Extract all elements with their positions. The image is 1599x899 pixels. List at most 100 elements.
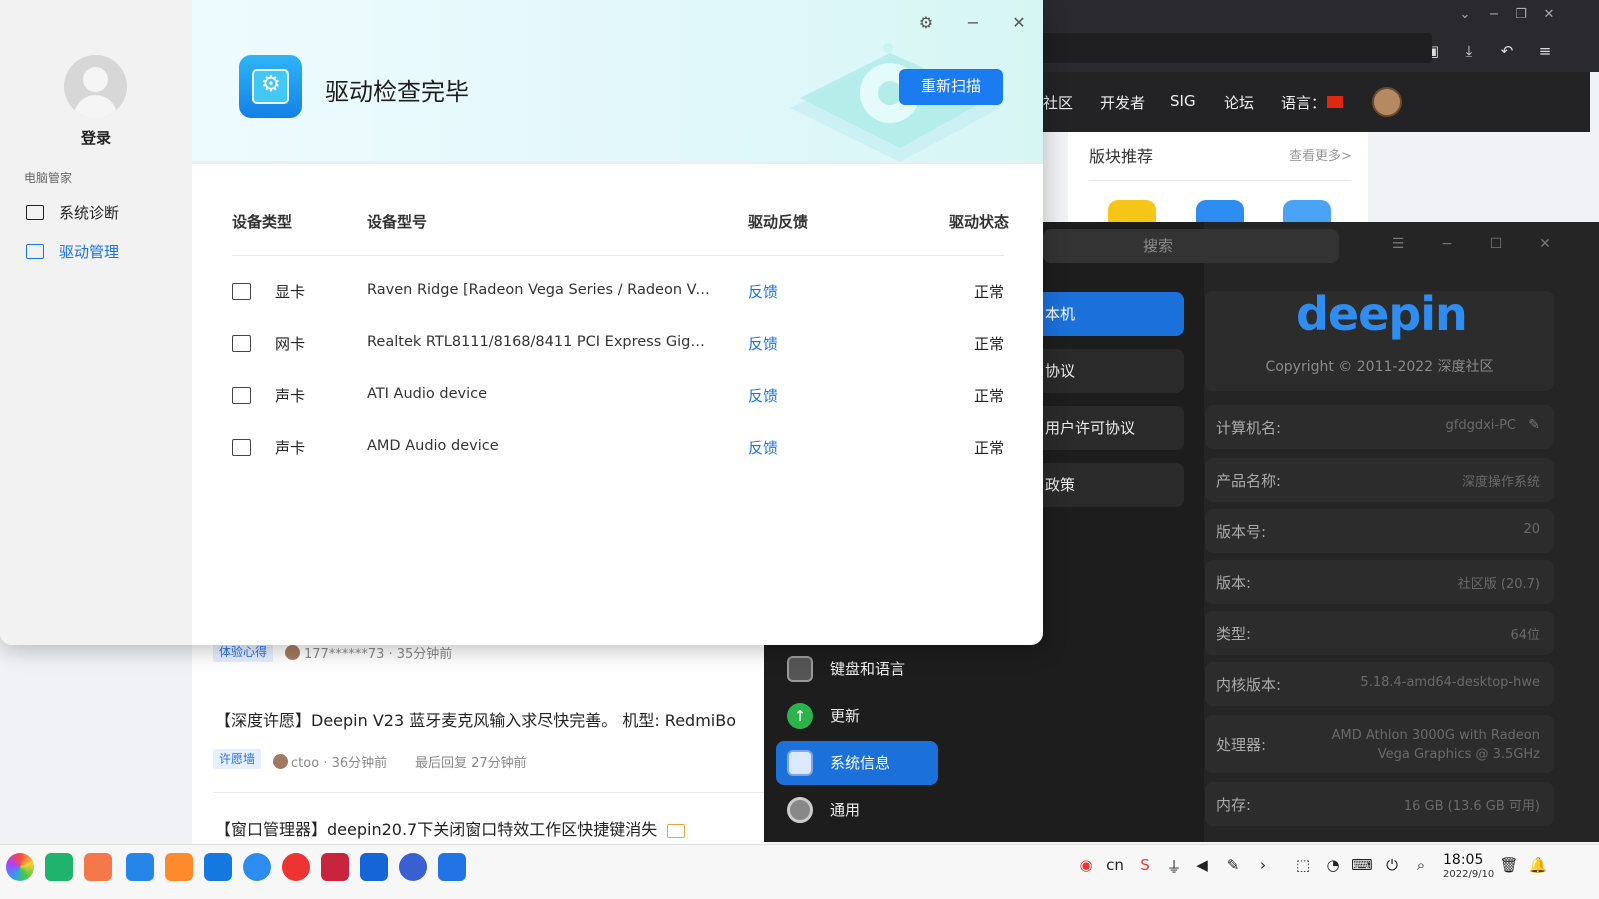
post-author[interactable]: 177******73 · 35分钟前 <box>304 643 452 662</box>
feedback-link[interactable]: 反馈 <box>748 333 778 354</box>
table-row: 网卡 Realtek RTL8111/8168/8411 PCI Express… <box>232 331 1004 357</box>
post-tag[interactable]: 许愿墙 <box>213 749 262 769</box>
divider <box>1089 180 1351 181</box>
system-monitor-icon[interactable]: ◔ <box>1322 856 1344 874</box>
control-center-icon[interactable] <box>399 853 427 881</box>
status-text: 正常 <box>973 335 1004 353</box>
nav-developer[interactable]: 开发者 <box>1100 92 1145 113</box>
close-icon[interactable]: ✕ <box>1535 236 1555 252</box>
sound-card-icon <box>232 439 251 456</box>
launcher-icon[interactable] <box>6 853 34 881</box>
keyboard-tray-icon[interactable]: ⌨ <box>1351 856 1373 874</box>
sidebar-section-title: 电脑管家 <box>24 171 73 185</box>
copyright-text: Copyright © 2011-2022 深度社区 <box>1265 359 1494 375</box>
address-bar[interactable] <box>1000 33 1432 63</box>
minimize-icon[interactable]: − <box>1437 236 1457 252</box>
close-icon[interactable]: ✕ <box>1008 12 1030 34</box>
sound-card-icon <box>232 387 251 404</box>
search-icon[interactable]: ⌕ <box>1410 856 1432 874</box>
update-icon: ↑ <box>787 703 813 729</box>
image-badge-icon <box>667 823 686 838</box>
screenshot-icon[interactable]: ⬚ <box>1292 856 1314 874</box>
menu-keyboard-language[interactable]: 键盘和语言 <box>776 647 938 691</box>
chevron-down-icon[interactable]: ⌄ <box>1456 6 1474 24</box>
post-title-link[interactable]: 【窗口管理器】deepin20.7下关闭窗口特效工作区快捷键消失 <box>215 816 686 840</box>
info-row-memory: 内存: 16 GB (13.6 GB 可用) <box>1205 782 1554 826</box>
close-icon[interactable]: ✕ <box>1540 6 1558 24</box>
driver-manage-icon <box>26 244 44 259</box>
writer-app-icon[interactable] <box>360 853 388 881</box>
power-icon[interactable]: ⏻ <box>1381 856 1403 874</box>
nav-eula[interactable]: 用户许可协议 <box>1043 406 1184 450</box>
sogou-ime-icon[interactable]: S <box>1134 856 1156 874</box>
trash-icon[interactable]: 🗑 <box>1498 856 1520 874</box>
china-flag-icon[interactable] <box>1327 96 1343 108</box>
post-title-link[interactable]: 【深度许愿】Deepin V23 蓝牙麦克风输入求尽快完善。 机型: Redmi… <box>215 707 736 731</box>
file-manager-icon[interactable] <box>126 853 154 881</box>
author-avatar <box>273 754 288 769</box>
menu-icon[interactable]: ≡ <box>1534 40 1556 62</box>
nav-forum[interactable]: 论坛 <box>1224 92 1254 113</box>
netease-music-icon[interactable] <box>282 853 310 881</box>
system-info-icon <box>787 750 813 776</box>
taskbar: ◉ cn S ⏚ ◀ ✎ › ⬚ ◔ ⌨ ⏻ ⌕ 18:05 2022/9/10… <box>0 844 1599 899</box>
search-input[interactable]: ⌕ 搜索 <box>1043 229 1339 263</box>
feedback-link[interactable]: 反馈 <box>748 281 778 302</box>
multitask-view-icon[interactable] <box>45 853 73 881</box>
nav-about-this-pc[interactable]: 本机 <box>1043 292 1184 336</box>
sidebar-item-system-diagnosis[interactable]: 系统诊断 <box>24 202 119 224</box>
driver-manager-app-icon: ⚙ <box>239 55 302 118</box>
minimize-icon[interactable]: − <box>1485 6 1503 24</box>
wps-writer-icon[interactable] <box>204 853 232 881</box>
usb-icon[interactable]: ⏚ <box>1163 856 1185 877</box>
info-row-product-name: 产品名称: 深度操作系统 <box>1205 458 1554 502</box>
nav-community[interactable]: 社区 <box>1043 92 1073 113</box>
rescan-button[interactable]: 重新扫描 <box>899 69 1003 105</box>
info-row-computer-name: 计算机名: gfdgdxi-PC ✎ <box>1205 405 1554 449</box>
login-button[interactable]: 登录 <box>0 127 192 148</box>
post-author[interactable]: ctoo · 36分钟前 <box>291 752 387 771</box>
sidebar-item-driver-manage[interactable]: 驱动管理 <box>24 241 119 263</box>
driver-manager-icon[interactable] <box>438 853 466 881</box>
computer-name-value: gfdgdxi-PC <box>1445 418 1517 433</box>
input-method-label[interactable]: cn <box>1104 856 1126 874</box>
terminal-icon[interactable] <box>321 853 349 881</box>
archive-manager-icon[interactable] <box>165 853 193 881</box>
menu-icon[interactable]: ☰ <box>1388 236 1408 252</box>
nav-privacy-policy[interactable]: 政策 <box>1043 463 1184 507</box>
maximize-icon[interactable]: ☐ <box>1486 236 1506 252</box>
feedback-link[interactable]: 反馈 <box>748 437 778 458</box>
divider <box>213 792 765 793</box>
user-avatar[interactable] <box>1372 87 1402 117</box>
notification-bell-icon[interactable]: 🔔 <box>1527 856 1549 874</box>
netease-music-tray-icon[interactable]: ◉ <box>1075 856 1097 874</box>
chevron-right-icon[interactable]: › <box>1252 856 1274 874</box>
menu-update[interactable]: ↑ 更新 <box>776 694 938 738</box>
clock-time[interactable]: 18:05 <box>1443 852 1483 868</box>
display-card-icon <box>232 283 251 300</box>
back-history-icon[interactable]: ↶ <box>1496 40 1518 62</box>
edit-pencil-icon[interactable]: ✎ <box>1528 417 1540 433</box>
minimize-icon[interactable]: − <box>962 12 984 34</box>
restore-icon[interactable]: ❐ <box>1512 6 1530 24</box>
pen-icon[interactable]: ✎ <box>1222 856 1244 874</box>
info-row-type: 类型: 64位 <box>1205 611 1554 655</box>
driver-manager-window: 登录 电脑管家 系统诊断 驱动管理 ⚙ − ✕ ⚙ 驱动检查完毕 重新扫描 设备… <box>0 0 1043 645</box>
settings-gear-icon[interactable]: ⚙ <box>915 12 937 34</box>
nav-agreement[interactable]: 协议 <box>1043 349 1184 393</box>
menu-general[interactable]: 通用 <box>776 788 938 832</box>
clock-date[interactable]: 2022/9/10 <box>1443 869 1494 880</box>
sidebar: 登录 电脑管家 系统诊断 驱动管理 <box>0 0 192 645</box>
recommend-more-link[interactable]: 查看更多> <box>1289 145 1352 164</box>
nav-sig[interactable]: SIG <box>1170 92 1196 110</box>
feedback-link[interactable]: 反馈 <box>748 385 778 406</box>
post-tag[interactable]: 体验心得 <box>213 642 274 662</box>
recommend-title: 版块推荐 <box>1089 147 1154 166</box>
volume-icon[interactable]: ◀ <box>1191 856 1213 874</box>
download-icon[interactable]: ⤓ <box>1458 40 1480 62</box>
nav-language[interactable]: 语言： <box>1281 92 1326 113</box>
avatar[interactable] <box>64 55 127 118</box>
app-store-icon[interactable] <box>84 853 112 881</box>
menu-system-info[interactable]: 系统信息 <box>776 741 938 785</box>
browser-icon[interactable] <box>243 853 271 881</box>
